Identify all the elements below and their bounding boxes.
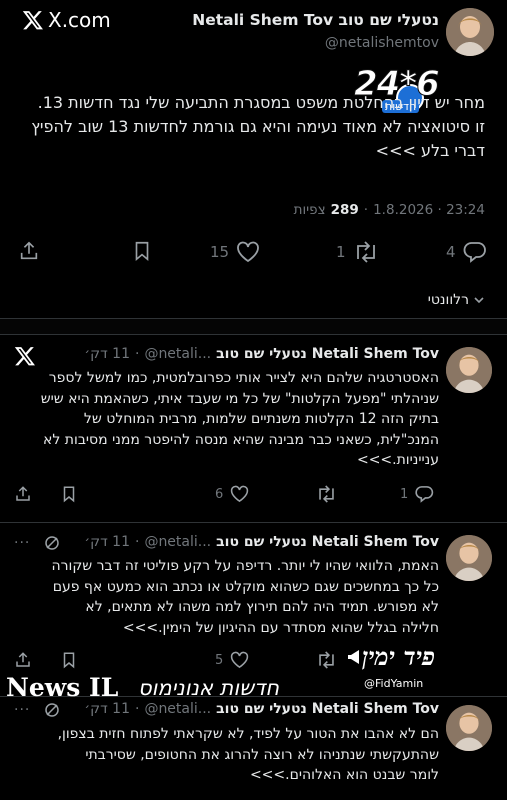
thread-reply[interactable]: Netali Shem Tov נטעלי שם טוב @netali... … xyxy=(0,335,507,521)
reply-line: האמת, הלוואי שהיו לי יותר. רדיפה על רקע … xyxy=(51,558,439,574)
megaphone-icon xyxy=(346,648,364,666)
divider xyxy=(0,318,507,319)
reply-text: האסטרטגיה שלהם היא לצייר אותי כפרובלמטית… xyxy=(9,368,439,471)
author-handle[interactable]: @netali... xyxy=(144,534,211,550)
bookmark-button[interactable] xyxy=(60,651,78,669)
author-name[interactable]: Netali Shem Tov נטעלי שם טוב xyxy=(216,701,439,717)
retweet-button[interactable] xyxy=(316,651,337,669)
author-name[interactable]: Netali Shem Tov נטעלי שם טוב xyxy=(216,534,439,550)
share-button[interactable] xyxy=(14,651,32,669)
reply-line: חלילה בגלל שהוא מסתדר עם ההיגיון של הימי… xyxy=(122,619,439,636)
section-gap xyxy=(0,318,507,334)
share-icon xyxy=(14,651,32,669)
bookmark-icon xyxy=(60,651,78,669)
main-tweet-text: מחר יש דיון בהחלטת משפט במסגרת התביעה של… xyxy=(15,91,485,163)
share-icon xyxy=(18,240,40,262)
bookmark-icon xyxy=(60,485,78,503)
heart-icon xyxy=(230,485,249,503)
site-label: X.com xyxy=(22,8,111,32)
reply-line: ענייניות.>>> xyxy=(356,452,439,468)
avatar[interactable] xyxy=(446,347,492,393)
heart-icon xyxy=(230,651,249,669)
reply-time[interactable]: 11 דק׳ xyxy=(84,534,130,550)
reply-line: לא מפורש. תמיד היה להם תירוץ למה משהו לא… xyxy=(85,599,439,615)
reply-line: כל כך במחשכים שגם כשהוא מוקלט או נכתב הו… xyxy=(52,578,439,595)
tweet-meta: 1.8.2026 · 23:24 · 289 צפיות xyxy=(293,202,485,218)
like-button[interactable]: 6 xyxy=(215,485,249,503)
retweet-icon xyxy=(316,485,337,503)
avatar[interactable] xyxy=(446,535,492,581)
more-icon[interactable]: ··· xyxy=(14,535,30,551)
views-count: 289 xyxy=(330,202,359,218)
chevron-down-icon xyxy=(473,294,485,306)
reply-line: שניהלתי "מפעל הקלטות" של כל מי שעבד איתי… xyxy=(40,390,439,407)
bookmark-button[interactable] xyxy=(131,240,153,262)
author-handle[interactable]: @netali... xyxy=(144,346,211,362)
timestamp[interactable]: 1.8.2026 · 23:24 xyxy=(373,202,485,218)
reply-text: הם לא אהבו את הטור על לפיד, לא שקראתי לפ… xyxy=(9,724,439,786)
reply-count: 4 xyxy=(446,243,456,261)
like-button[interactable]: 15 xyxy=(210,241,260,263)
reply-line: שהתעקשתי שנתניהו לא רוצה להרוג את החטופי… xyxy=(85,746,439,763)
author-name[interactable]: Netali Shem Tov נטעלי שם טוב xyxy=(216,346,439,362)
retweet-button[interactable] xyxy=(316,485,337,503)
mute-icon[interactable] xyxy=(44,535,60,551)
author-name[interactable]: Netali Shem Tov נטעלי שם טוב xyxy=(192,11,439,29)
reply-line: המנכ"לית, כשאני כבר מבינה שהיא מנסה להיפ… xyxy=(43,431,439,448)
like-button[interactable]: 5 xyxy=(215,651,249,669)
main-tweet-line-1: מחר יש דיון בהחלטת משפט במסגרת התביעה של… xyxy=(37,93,485,112)
author-handle[interactable]: @netali... xyxy=(144,701,211,717)
reply-line: בתיק הזה 12 הקלטות משנתיים שלמות, מרבית … xyxy=(83,411,439,427)
reply-line: לומר שבנט הוא האלוהים.>>> xyxy=(249,767,439,783)
reply-button[interactable]: 1 xyxy=(400,485,434,503)
reply-time[interactable]: 11 דק׳ xyxy=(84,346,130,362)
retweet-icon xyxy=(353,241,379,263)
more-icon[interactable]: ··· xyxy=(14,702,30,718)
like-count: 5 xyxy=(215,652,224,668)
retweet-icon xyxy=(316,651,337,669)
author-handle[interactable]: @netalishemtov xyxy=(325,35,439,51)
reply-header: Netali Shem Tov נטעלי שם טוב @netali... … xyxy=(84,346,439,362)
share-button[interactable] xyxy=(18,240,40,262)
reply-line: הם לא אהבו את הטור על לפיד, לא שקראתי לפ… xyxy=(57,726,439,742)
reply-count: 1 xyxy=(400,486,409,502)
views-label: צפיות xyxy=(293,202,326,218)
fidyamin-script: פיד ימין xyxy=(362,642,436,671)
avatar[interactable] xyxy=(446,705,492,751)
reply-time[interactable]: 11 דק׳ xyxy=(84,701,130,717)
thread-reply[interactable]: Netali Shem Tov נטעלי שם טוב @netali... … xyxy=(0,697,507,800)
fidyamin-handle: @FidYamin xyxy=(364,677,424,690)
reply-line: האסטרטגיה שלהם היא לצייר אותי כפרובלמטית… xyxy=(48,370,439,386)
like-count: 6 xyxy=(215,486,224,502)
more-actions-row: ··· xyxy=(14,535,60,551)
reply-icon xyxy=(415,485,434,503)
reply-header: Netali Shem Tov נטעלי שם טוב @netali... … xyxy=(84,701,439,717)
retweet-button[interactable]: 1 xyxy=(336,241,379,263)
reply-icon xyxy=(463,241,487,263)
x-logo-icon xyxy=(22,9,44,31)
share-icon xyxy=(14,485,32,503)
reply-button[interactable]: 4 xyxy=(446,241,487,263)
heart-icon xyxy=(236,241,260,263)
main-tweet-line-3: דברי בלע >>> xyxy=(375,141,485,160)
reply-header: Netali Shem Tov נטעלי שם טוב @netali... … xyxy=(84,534,439,550)
share-button[interactable] xyxy=(14,485,32,503)
avatar[interactable] xyxy=(446,8,494,56)
bookmark-button[interactable] xyxy=(60,485,78,503)
more-actions-row: ··· xyxy=(14,702,60,718)
reply-text: האמת, הלוואי שהיו לי יותר. רדיפה על רקע … xyxy=(9,556,439,638)
relevant-filter[interactable]: רלוונטי xyxy=(428,292,485,308)
like-count: 15 xyxy=(210,243,230,261)
bookmark-icon xyxy=(131,240,153,262)
main-tweet-line-2: זו סיטואציה לא מאוד נעימה והיא גם גורמת … xyxy=(31,117,485,136)
retweet-count: 1 xyxy=(336,243,346,261)
relevant-label: רלוונטי xyxy=(427,292,469,308)
mute-icon[interactable] xyxy=(44,702,60,718)
